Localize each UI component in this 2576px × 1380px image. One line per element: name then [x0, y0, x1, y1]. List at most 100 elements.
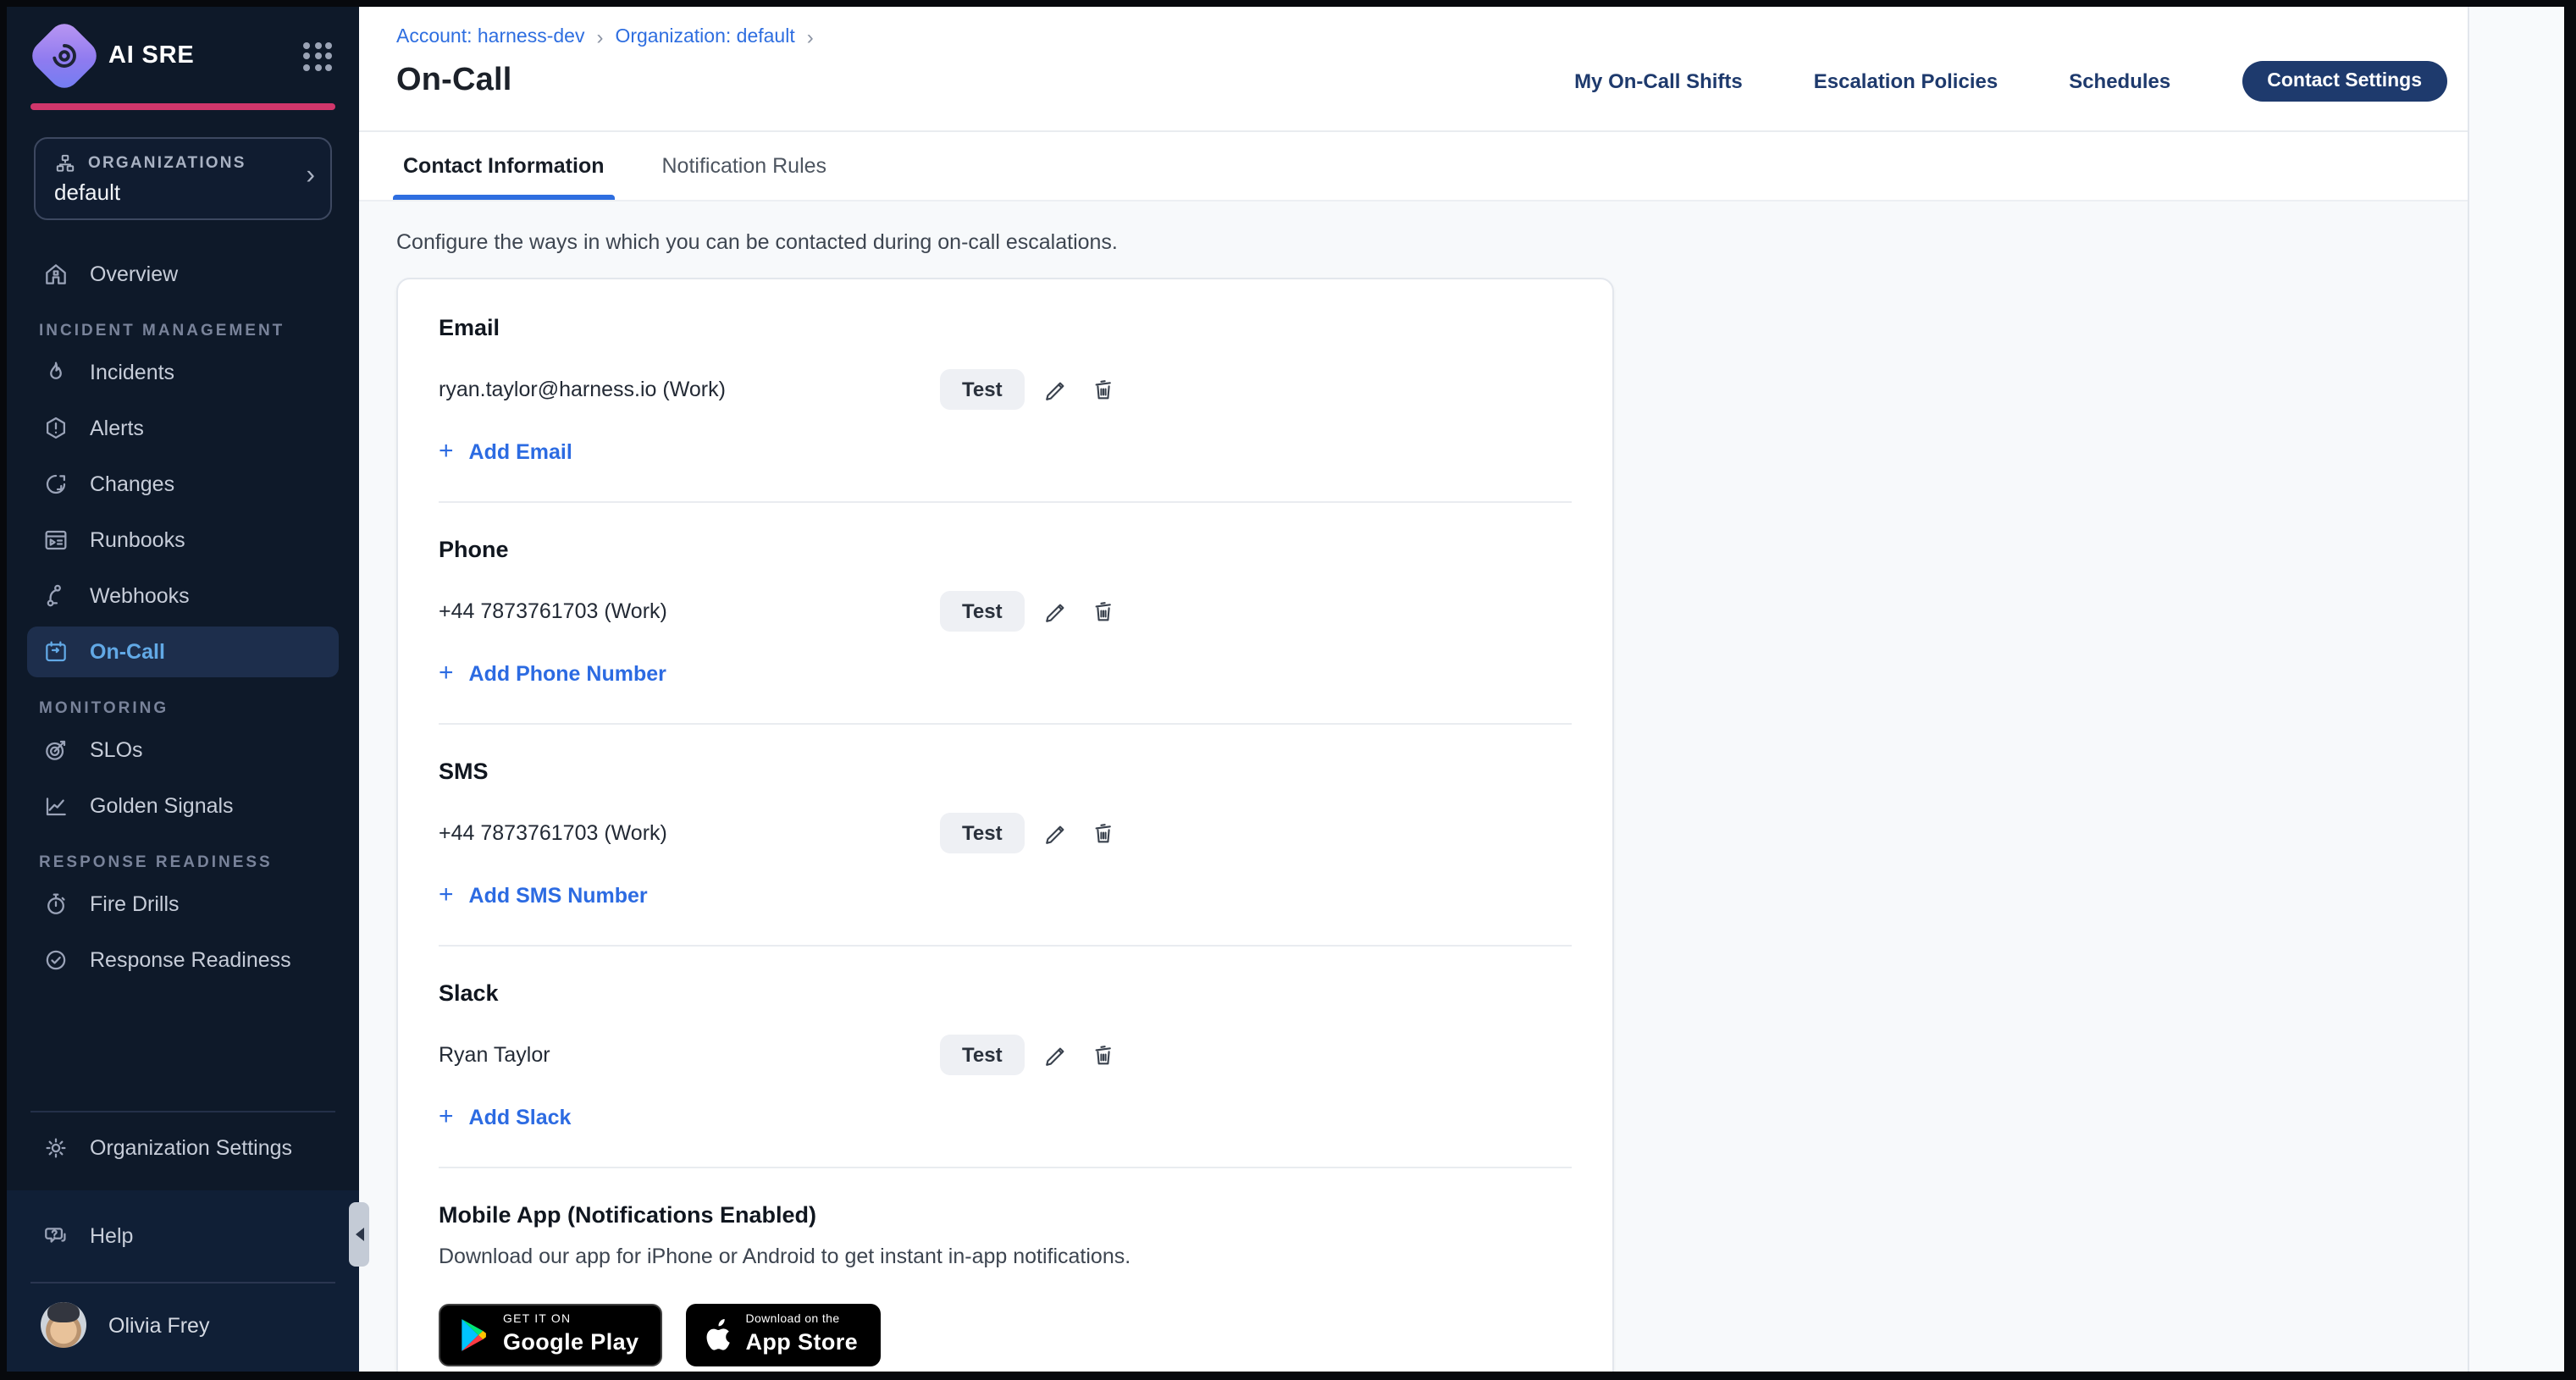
section-title: Email — [439, 315, 1572, 340]
add-link-label: Add Slack — [469, 1105, 572, 1129]
edit-pencil-icon[interactable] — [1040, 1039, 1072, 1071]
check-circle-icon — [42, 946, 69, 973]
phone-section: Phone +44 7873761703 (Work) Test + Ad — [439, 537, 1572, 725]
sitemap-icon — [54, 152, 76, 174]
right-gutter-scroll-area[interactable] — [2468, 7, 2564, 1372]
line-chart-icon — [42, 792, 69, 819]
home-icon — [42, 260, 69, 287]
contact-row: Ryan Taylor Test — [439, 1035, 1572, 1075]
mobile-app-title: Mobile App (Notifications Enabled) — [439, 1202, 1572, 1228]
stopwatch-icon — [42, 890, 69, 917]
chevron-right-icon: › — [306, 162, 315, 192]
user-menu[interactable]: Olivia Frey — [7, 1283, 359, 1372]
sidebar-item-label: Overview — [90, 262, 178, 285]
sidebar-item-overview[interactable]: Overview — [27, 248, 339, 299]
add-sms-link[interactable]: + Add SMS Number — [439, 882, 648, 908]
add-phone-link[interactable]: + Add Phone Number — [439, 660, 666, 686]
sidebar-item-label: Fire Drills — [90, 891, 180, 915]
breadcrumb-account-link[interactable]: Account: harness-dev — [396, 27, 584, 47]
section-title: Slack — [439, 980, 1572, 1006]
sidebar-item-response-readiness[interactable]: Response Readiness — [27, 934, 339, 985]
test-button[interactable]: Test — [940, 1035, 1025, 1075]
sidebar-item-label: Golden Signals — [90, 793, 234, 817]
app-switcher-grid-icon[interactable] — [303, 41, 332, 70]
badge-store-name: Google Play — [503, 1330, 638, 1356]
section-title: SMS — [439, 759, 1572, 784]
test-button[interactable]: Test — [940, 591, 1025, 632]
sidebar-item-alerts[interactable]: Alerts — [27, 402, 339, 453]
add-link-label: Add SMS Number — [469, 883, 648, 907]
delete-trash-icon[interactable] — [1087, 817, 1119, 849]
brand-title: AI SRE — [108, 42, 286, 69]
organization-selector[interactable]: ORGANIZATIONS default › — [34, 136, 332, 219]
add-link-label: Add Email — [469, 439, 572, 463]
delete-trash-icon[interactable] — [1087, 1039, 1119, 1071]
sidebar-item-label: Runbooks — [90, 527, 185, 551]
sidebar-item-oncall[interactable]: On-Call — [27, 626, 339, 676]
brand-accent-divider — [30, 103, 335, 109]
sidebar-item-label: Incidents — [90, 360, 174, 384]
sidebar-item-changes[interactable]: Changes — [27, 458, 339, 509]
sidebar-item-runbooks[interactable]: Runbooks — [27, 514, 339, 565]
sidebar-item-slos[interactable]: SLOs — [27, 724, 339, 775]
test-button[interactable]: Test — [940, 369, 1025, 410]
contact-row: ryan.taylor@harness.io (Work) Test — [439, 369, 1572, 410]
alert-hexagon-icon — [42, 414, 69, 441]
nav-my-oncall-shifts[interactable]: My On-Call Shifts — [1574, 69, 1743, 93]
delete-trash-icon[interactable] — [1087, 373, 1119, 406]
organization-value: default — [54, 179, 290, 204]
sidebar-item-help[interactable]: Help — [27, 1211, 339, 1261]
sidebar-item-label: Organization Settings — [90, 1136, 292, 1160]
user-avatar — [41, 1302, 86, 1348]
add-slack-link[interactable]: + Add Slack — [439, 1104, 571, 1129]
google-play-badge[interactable]: GET IT ON Google Play — [439, 1304, 662, 1366]
sidebar-item-label: On-Call — [90, 639, 165, 663]
sidebar-item-incidents[interactable]: Incidents — [27, 346, 339, 397]
webhook-icon — [42, 582, 69, 609]
contact-settings-button[interactable]: Contact Settings — [2242, 61, 2447, 102]
section-divider — [439, 1167, 1572, 1168]
sidebar-collapse-handle[interactable] — [349, 1202, 369, 1267]
app-window: AI SRE ORGANIZATIONS default › O — [7, 7, 2564, 1372]
calendar-icon — [42, 638, 69, 665]
app-store-badge[interactable]: Download on the App Store — [686, 1304, 880, 1366]
add-link-label: Add Phone Number — [469, 661, 666, 685]
mobile-app-section: Mobile App (Notifications Enabled) Downl… — [439, 1202, 1572, 1366]
sidebar-item-label: SLOs — [90, 737, 143, 761]
plus-icon: + — [439, 882, 454, 908]
sidebar-item-golden-signals[interactable]: Golden Signals — [27, 780, 339, 831]
contact-methods-card: Email ryan.taylor@harness.io (Work) Test… — [396, 278, 1614, 1372]
tab-notification-rules[interactable]: Notification Rules — [655, 132, 834, 200]
sidebar-item-organization-settings[interactable]: Organization Settings — [27, 1123, 339, 1173]
edit-pencil-icon[interactable] — [1040, 373, 1072, 406]
tab-contact-information[interactable]: Contact Information — [396, 132, 611, 200]
flame-icon — [42, 358, 69, 385]
organization-label-row: ORGANIZATIONS — [54, 152, 290, 174]
page-description: Configure the ways in which you can be c… — [396, 230, 2427, 254]
edit-pencil-icon[interactable] — [1040, 817, 1072, 849]
nav-schedules[interactable]: Schedules — [2069, 69, 2170, 93]
sms-section: SMS +44 7873761703 (Work) Test + Add — [439, 759, 1572, 947]
oncall-top-nav: My On-Call Shifts Escalation Policies Sc… — [1574, 61, 2447, 102]
app-logo-icon — [26, 18, 103, 95]
contact-value: Ryan Taylor — [439, 1043, 940, 1067]
sidebar-divider — [30, 1111, 335, 1112]
user-name: Olivia Frey — [108, 1313, 209, 1337]
delete-trash-icon[interactable] — [1087, 595, 1119, 627]
content-area: Configure the ways in which you can be c… — [359, 201, 2468, 1372]
slack-section: Slack Ryan Taylor Test + Add Slack — [439, 980, 1572, 1168]
sidebar-item-label: Alerts — [90, 416, 144, 439]
contact-value: ryan.taylor@harness.io (Work) — [439, 378, 940, 401]
sidebar-help-zone: Help Olivia Frey — [7, 1190, 359, 1372]
sidebar-item-webhooks[interactable]: Webhooks — [27, 570, 339, 621]
page-header: Account: harness-dev › Organization: def… — [359, 7, 2468, 132]
header-row: On-Call My On-Call Shifts Escalation Pol… — [396, 61, 2447, 102]
target-icon — [42, 736, 69, 763]
nav-escalation-policies[interactable]: Escalation Policies — [1814, 69, 1998, 93]
sidebar-item-fire-drills[interactable]: Fire Drills — [27, 878, 339, 929]
add-email-link[interactable]: + Add Email — [439, 439, 572, 464]
test-button[interactable]: Test — [940, 813, 1025, 853]
edit-pencil-icon[interactable] — [1040, 595, 1072, 627]
plus-icon: + — [439, 439, 454, 464]
breadcrumb-organization-link[interactable]: Organization: default — [615, 27, 794, 47]
